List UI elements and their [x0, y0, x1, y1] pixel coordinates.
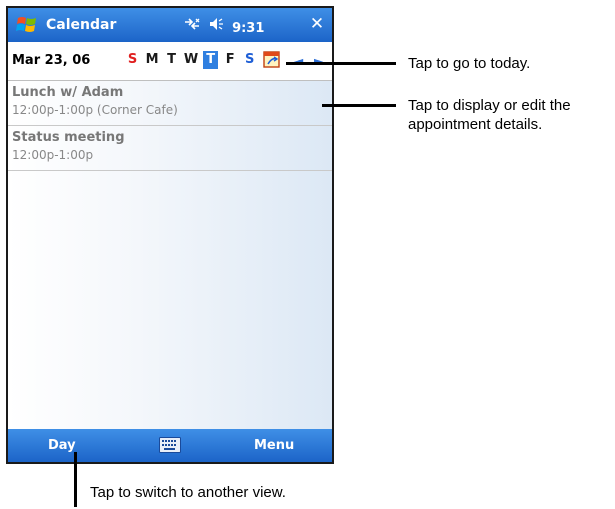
appointment-item[interactable]: Status meeting 12:00p-1:00p: [8, 126, 332, 171]
status-area: 9:31: [183, 16, 264, 36]
callout-line-details: [322, 104, 396, 107]
weekday-sunday[interactable]: S: [125, 51, 140, 69]
clock[interactable]: 9:31: [232, 21, 264, 36]
calendar-toolbar: Mar 23, 06 S M T W T F S ◄ ►: [8, 42, 332, 81]
callout-today: Tap to go to today.: [408, 55, 531, 72]
callout-details-line1: Tap to display or edit the: [408, 97, 571, 114]
menu-bar: Day Menu: [8, 429, 332, 462]
weekday-tuesday[interactable]: T: [164, 51, 179, 69]
agenda-list: Lunch w/ Adam 12:00p-1:00p (Corner Cafe)…: [8, 81, 332, 429]
pocket-pc-screen: Calendar 9:31 ✕ Mar 23, 06 S M T W T F S…: [6, 6, 334, 464]
weekday-saturday[interactable]: S: [242, 51, 257, 69]
volume-icon[interactable]: [208, 16, 228, 36]
windows-logo-icon[interactable]: [16, 15, 38, 35]
week-day-strip: S M T W T F S: [125, 51, 257, 69]
weekday-friday[interactable]: F: [223, 51, 238, 69]
weekday-monday[interactable]: M: [145, 51, 160, 69]
appointment-item[interactable]: Lunch w/ Adam 12:00p-1:00p (Corner Cafe): [8, 81, 332, 126]
callout-details-line2: appointment details.: [408, 116, 543, 133]
title-bar: Calendar 9:31 ✕: [8, 8, 332, 42]
keyboard-icon[interactable]: [159, 437, 181, 453]
callout-view: Tap to switch to another view.: [90, 484, 286, 501]
previous-day-button[interactable]: ◄: [294, 54, 303, 68]
appointment-title: Status meeting: [12, 130, 125, 145]
connectivity-icon[interactable]: [183, 16, 203, 36]
app-title: Calendar: [46, 17, 117, 33]
close-icon[interactable]: ✕: [307, 14, 327, 34]
current-date[interactable]: Mar 23, 06: [12, 53, 90, 68]
day-view-softkey[interactable]: Day: [48, 438, 76, 453]
appointment-time: 12:00p-1:00p (Corner Cafe): [12, 103, 178, 117]
today-icon[interactable]: [262, 49, 282, 69]
weekday-wednesday[interactable]: W: [184, 51, 199, 69]
appointment-time: 12:00p-1:00p: [12, 148, 94, 162]
appointment-title: Lunch w/ Adam: [12, 85, 124, 100]
next-day-button[interactable]: ►: [314, 54, 323, 68]
weekday-thursday[interactable]: T: [203, 51, 219, 69]
callout-line-view: [74, 452, 77, 507]
menu-softkey[interactable]: Menu: [254, 438, 294, 453]
callout-line-today: [286, 62, 396, 65]
